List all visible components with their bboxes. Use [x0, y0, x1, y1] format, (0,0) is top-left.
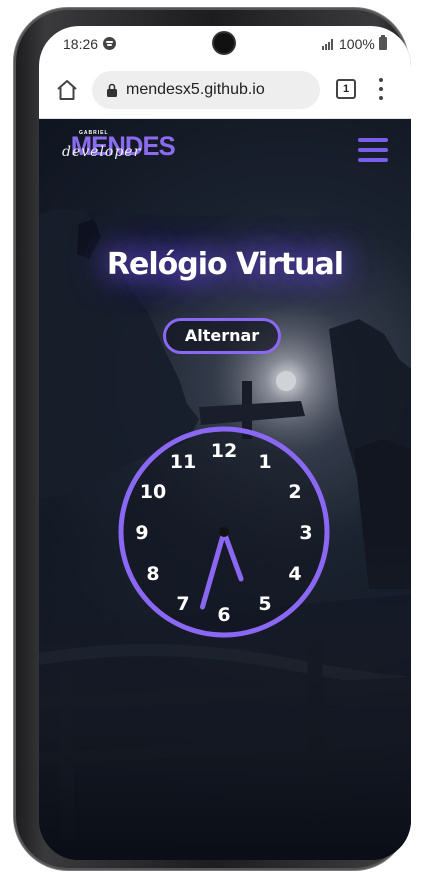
status-bar: 18:26 100% [39, 26, 411, 66]
clock-number-9: 9 [135, 522, 148, 544]
clock-number-10: 10 [140, 481, 166, 503]
clock-number-4: 4 [288, 563, 301, 585]
screen: 18:26 100% mendesx5.github.io 1 GABRIEL … [39, 26, 411, 860]
signal-icon [322, 39, 336, 50]
clock-number-7: 7 [176, 593, 189, 615]
lock-icon [107, 83, 117, 97]
logo-script-text: developer [62, 144, 142, 160]
address-bar[interactable]: mendesx5.github.io [92, 71, 320, 109]
clock-number-12: 12 [211, 440, 237, 462]
clock-center [219, 527, 229, 537]
battery-percentage: 100% [339, 36, 375, 52]
spotify-icon [103, 37, 116, 50]
analog-clock: 12 12 3 45 6 78 9 1011 [118, 426, 330, 638]
clock-number-6: 6 [217, 604, 230, 626]
browser-toolbar: mendesx5.github.io 1 [39, 66, 411, 119]
clock-number-8: 8 [146, 563, 159, 585]
web-page: GABRIEL MENDES developer Relógio Virtual… [39, 119, 411, 860]
clock-number-11: 11 [170, 451, 196, 473]
front-camera [214, 33, 234, 53]
url-text: mendesx5.github.io [126, 81, 265, 98]
site-header: GABRIEL MENDES developer [39, 119, 411, 179]
clock-number-2: 2 [288, 481, 301, 503]
clock-number-3: 3 [299, 522, 312, 544]
battery-icon [379, 35, 387, 50]
clock-number-1: 1 [258, 451, 271, 473]
menu-icon[interactable] [378, 78, 384, 100]
home-icon[interactable] [55, 78, 79, 102]
status-time: 18:26 [63, 36, 99, 52]
page-title: Relógio Virtual [106, 247, 344, 282]
clock-number-5: 5 [258, 593, 271, 615]
hamburger-menu-icon[interactable] [358, 138, 388, 162]
tabs-icon[interactable]: 1 [336, 79, 356, 99]
phone-frame: 18:26 100% mendesx5.github.io 1 GABRIEL … [14, 8, 411, 870]
toggle-button[interactable]: Alternar [163, 318, 281, 354]
